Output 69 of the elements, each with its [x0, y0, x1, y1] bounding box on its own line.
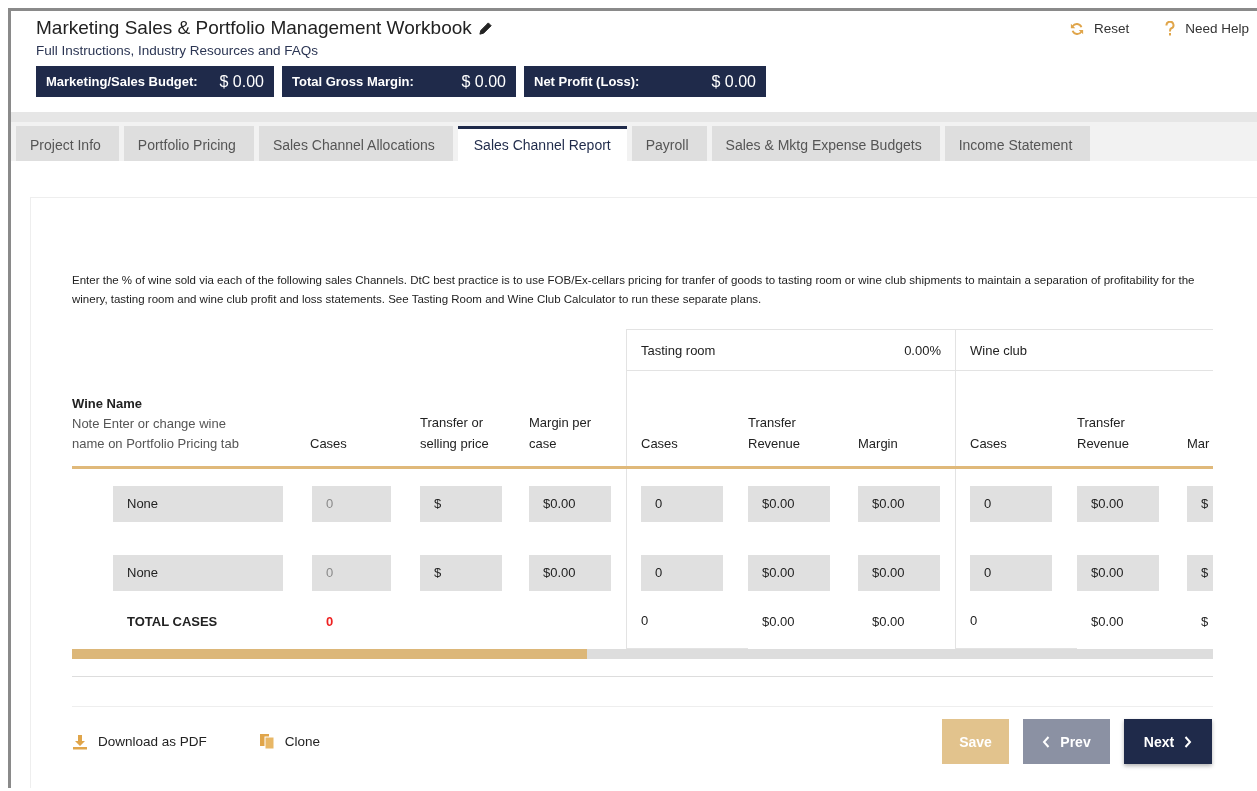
refresh-icon — [1069, 21, 1084, 36]
input-field[interactable]: $0.00 — [748, 485, 830, 522]
input-field[interactable]: $0.00 — [858, 554, 940, 591]
total-value: 0 — [326, 613, 334, 629]
input-field[interactable]: None — [113, 554, 283, 591]
summary-value: $ 0.00 — [219, 72, 264, 91]
input-field[interactable]: $0.00 — [529, 554, 611, 591]
column-heading: Cases — [310, 435, 348, 453]
column-heading: Margin per case — [529, 414, 593, 453]
tab[interactable]: Income Statement — [944, 126, 1091, 161]
total-label: TOTAL CASES — [127, 613, 218, 629]
input-field[interactable]: $0.00 — [748, 554, 830, 591]
summary-value: $ 0.00 — [461, 72, 506, 91]
input-field[interactable]: 0 — [641, 485, 723, 522]
total-value: $0.00 — [1091, 613, 1124, 629]
column-heading: Margin — [858, 435, 899, 453]
column-heading: Transfer or selling price — [420, 414, 490, 453]
page-title: Marketing Sales & Portfolio Management Workbook — [36, 17, 472, 39]
input-field[interactable]: 0 — [641, 554, 723, 591]
download-icon — [72, 733, 88, 750]
group-heading: Wine club — [970, 342, 1028, 358]
instructions-link[interactable]: Full Instructions, Industry Resources and FAQs — [36, 43, 1257, 58]
group-percent: 0.00% — [904, 342, 941, 358]
input-field[interactable]: $0.00 — [1077, 485, 1159, 522]
instructions-text: Enter the % of wine sold via each of the following sales Channels. DtC best practice is to use FOB/Ex-cellars pricing for tranfer of goods to tasting room or wine club shipments to maintain a separation of profitability for the winery, tasting room and wine club profit and loss statements. See Tasting Room and Wine Club Calculator to run these separate plans. — [72, 273, 1196, 307]
tab[interactable]: Payroll — [631, 126, 707, 161]
reset-link[interactable]: Reset — [1093, 21, 1130, 36]
input-field[interactable]: $0.00 — [1077, 554, 1159, 591]
summary-value: $ 0.00 — [711, 72, 756, 91]
chevron-right-icon — [1184, 735, 1193, 748]
input-field[interactable]: $0.00 — [858, 485, 940, 522]
help-link[interactable]: Need Help — [1185, 21, 1249, 36]
summary-label: Total Gross Margin: — [292, 74, 414, 89]
group-heading: Tasting room — [641, 342, 716, 358]
column-heading: Cases — [970, 435, 1008, 453]
input-field[interactable]: 0 — [970, 554, 1052, 591]
column-heading: Mar — [1187, 435, 1211, 453]
input-field[interactable]: $ — [1187, 554, 1213, 591]
input-field[interactable]: $ — [420, 485, 502, 522]
input-field[interactable]: 0 — [970, 485, 1052, 522]
horizontal-scrollbar[interactable] — [72, 649, 1213, 659]
download-link[interactable]: Download as PDF — [98, 734, 207, 749]
total-value: 0 — [641, 613, 649, 628]
copy-icon — [258, 733, 275, 750]
column-heading: Cases — [641, 435, 679, 453]
clone-link[interactable]: Clone — [284, 734, 321, 749]
input-field[interactable]: None — [113, 485, 283, 522]
column-heading: Wine Name — [72, 395, 143, 413]
tab[interactable]: Sales Channel Report — [457, 126, 627, 161]
summary-label: Marketing/Sales Budget: — [46, 74, 198, 89]
tab[interactable]: Sales Channel Allocations — [258, 126, 453, 161]
total-value: $0.00 — [762, 613, 795, 629]
input-field[interactable]: $ — [420, 554, 502, 591]
total-value: $ — [1201, 613, 1209, 629]
total-value: $0.00 — [872, 613, 905, 629]
question-icon — [1165, 21, 1176, 36]
input-field[interactable]: $ — [1187, 485, 1213, 522]
total-value: 0 — [970, 613, 978, 628]
pencil-icon[interactable] — [477, 20, 493, 36]
input-field[interactable]: $0.00 — [529, 485, 611, 522]
column-heading: Transfer Revenue — [748, 414, 802, 453]
tab[interactable]: Sales & Mktg Expense Budgets — [711, 126, 940, 161]
chevron-left-icon — [1042, 735, 1051, 748]
column-heading: Transfer Revenue — [1077, 414, 1131, 453]
tab[interactable]: Project Info — [16, 126, 119, 161]
tab[interactable]: Portfolio Pricing — [123, 126, 254, 161]
summary-label: Net Profit (Loss): — [534, 74, 640, 89]
next-button[interactable]: Next — [1124, 719, 1212, 764]
column-note: Note Enter or change wine name on Portfolio Pricing tab — [72, 415, 240, 453]
